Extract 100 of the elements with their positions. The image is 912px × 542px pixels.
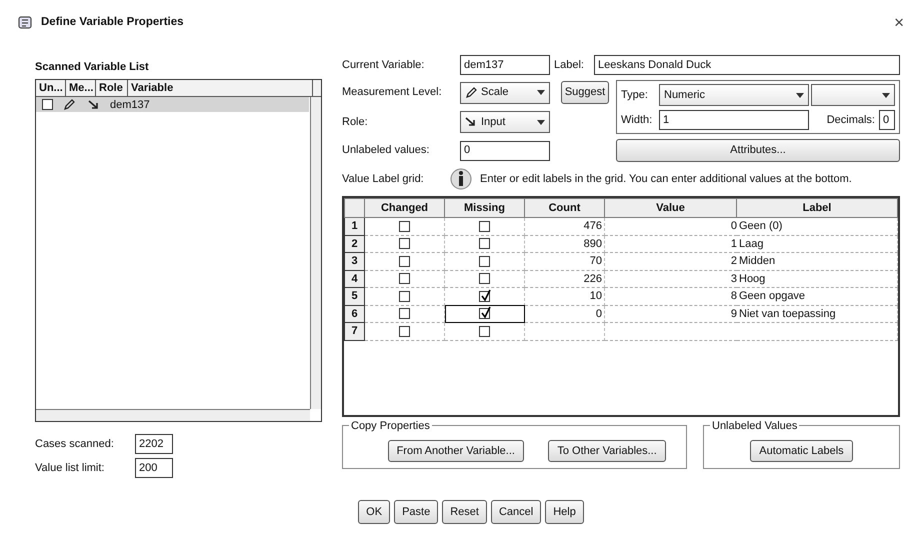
input-field[interactable]: 200 [135, 458, 173, 478]
column-header: Label [736, 198, 898, 218]
window-title: Define Variable Properties [41, 15, 184, 30]
hint-text: Enter or edit labels in the grid. You can enter additional values at the bottom. [480, 172, 852, 186]
table-cell: Midden [739, 255, 776, 268]
checkbox[interactable] [399, 308, 410, 320]
column-header: Value [604, 198, 736, 218]
input-field[interactable]: 0 [879, 110, 895, 130]
checkbox[interactable] [399, 256, 410, 267]
dropdown[interactable] [811, 84, 895, 106]
table-cell: 1 [730, 238, 737, 250]
attributes-button[interactable]: Attributes... [616, 139, 900, 162]
table-cell: 2 [730, 255, 737, 268]
caret-icon [537, 120, 545, 125]
column-header: Role [96, 80, 128, 96]
field-label: Type: [621, 88, 649, 103]
close-button[interactable]: × [894, 14, 904, 32]
checkbox[interactable] [479, 308, 490, 320]
column-header: Missing [444, 198, 524, 218]
column-header: Count [524, 198, 604, 218]
arrow-icon [88, 98, 100, 111]
pencil-icon [63, 98, 75, 111]
check-icon [480, 306, 492, 320]
row-number: 6 [344, 305, 364, 323]
checkbox[interactable] [479, 273, 490, 284]
caret-icon [796, 92, 804, 98]
field-label: Role: [342, 114, 369, 130]
table-cell: 70 [590, 255, 602, 268]
column-header: Changed [364, 198, 444, 218]
field-label: Unlabeled values: [342, 143, 430, 158]
field-label: Cases scanned: [35, 436, 115, 452]
button[interactable]: Reset [442, 500, 487, 524]
table-cell: 9 [730, 308, 737, 320]
checkbox[interactable] [399, 238, 410, 250]
row-number: 3 [344, 252, 364, 270]
app-icon [18, 15, 33, 30]
caret-icon [882, 92, 890, 98]
check-icon [480, 288, 492, 302]
field-label: Value Label grid: [342, 172, 425, 186]
table-cell: 476 [584, 220, 602, 232]
row-number: 5 [344, 288, 364, 306]
dropdown[interactable]: Numeric [659, 84, 809, 106]
input-field[interactable]: Leeskans Donald Duck [594, 55, 900, 76]
pencil-icon [465, 86, 477, 99]
input-field[interactable]: dem137 [460, 55, 550, 76]
focused-cell[interactable] [444, 305, 524, 323]
arrow-icon [465, 116, 477, 128]
checkbox[interactable] [479, 220, 490, 232]
table-cell: Hoog [739, 272, 766, 285]
field-label: Measurement Level: [342, 85, 443, 100]
table-cell: Geen (0) [739, 220, 782, 232]
button[interactable]: Help [545, 500, 584, 524]
field-label: Decimals: [826, 113, 875, 128]
row-number: 7 [344, 322, 364, 340]
button[interactable]: To Other Variables... [548, 440, 666, 462]
checkbox[interactable] [399, 220, 410, 232]
checkbox[interactable] [42, 99, 52, 110]
list-row[interactable]: dem137 [36, 97, 309, 112]
row-number: 4 [344, 270, 364, 288]
field-label: Width: [621, 113, 654, 128]
column-header: Variable [128, 80, 313, 96]
button[interactable]: Cancel [490, 500, 542, 524]
vertical-scrollbar[interactable] [310, 96, 321, 409]
field-label: Current Variable: [342, 58, 426, 73]
button[interactable]: From Another Variable... [388, 440, 524, 462]
table-cell: Laag [739, 238, 764, 250]
row-number: 1 [344, 218, 364, 236]
checkbox[interactable] [399, 326, 410, 337]
field-label: Label: [554, 58, 585, 73]
table-cell: 8 [730, 290, 737, 302]
table-cell: 3 [730, 272, 737, 285]
button[interactable]: OK [358, 500, 390, 524]
caret-icon [537, 90, 545, 96]
checkbox[interactable] [479, 290, 490, 302]
input-field[interactable]: 0 [460, 140, 550, 160]
suggest-button[interactable]: Suggest [560, 81, 610, 104]
checkbox[interactable] [479, 256, 490, 267]
table-cell: 226 [584, 272, 602, 285]
table-cell: 0 [730, 220, 737, 232]
table-cell: Niet van toepassing [739, 308, 836, 320]
checkbox[interactable] [399, 290, 410, 302]
button[interactable]: Paste [394, 500, 438, 524]
variable-name: dem137 [109, 98, 150, 112]
input-field[interactable]: 1 [659, 110, 809, 130]
table-cell: 890 [584, 238, 602, 250]
row-number: 2 [344, 235, 364, 253]
checkbox[interactable] [399, 273, 410, 284]
info-icon [450, 168, 472, 190]
checkbox[interactable] [479, 326, 490, 337]
table-cell: Geen opgave [739, 290, 806, 302]
button[interactable]: Automatic Labels [750, 440, 853, 462]
dropdown[interactable]: Input [460, 111, 550, 134]
dropdown[interactable]: Scale [460, 82, 550, 104]
column-header: Un... [36, 80, 66, 96]
column-header: Me... [66, 80, 96, 96]
table-cell: 10 [590, 290, 602, 302]
checkbox[interactable] [479, 238, 490, 250]
table-cell: 0 [596, 308, 602, 320]
input-field[interactable]: 2202 [135, 434, 173, 454]
horizontal-scrollbar[interactable] [36, 408, 310, 421]
